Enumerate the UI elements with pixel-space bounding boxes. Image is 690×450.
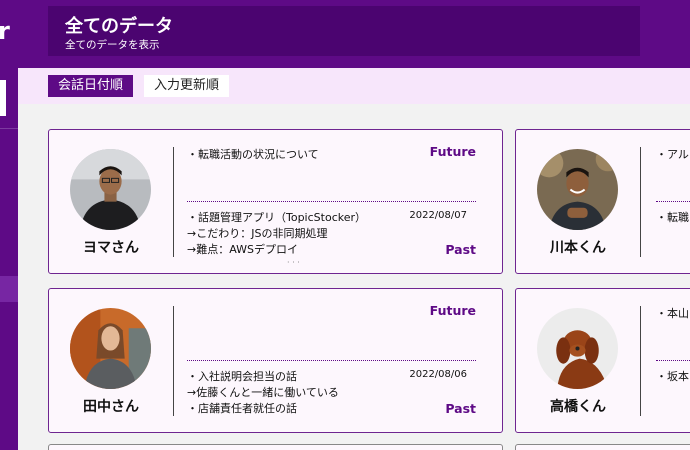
past-topic: →こだわり：JSの非同期処理: [187, 227, 328, 240]
person-card[interactable]: 川本くん ・アル ・転職: [515, 129, 690, 274]
card-divider: [173, 147, 174, 257]
future-topic: ・転職活動の状況について: [187, 148, 319, 161]
past-label[interactable]: Past: [445, 242, 476, 257]
past-topic: ・坂本: [656, 370, 689, 383]
past-topic: ・店舗責任者就任の話: [187, 402, 297, 415]
person-card[interactable]: 田中さん Future ・入社説明会担当の話 →佐藤くんと一緒に働いている ・店…: [48, 288, 503, 433]
past-topic: ・入社説明会担当の話: [187, 370, 297, 383]
future-topic: ・本山: [656, 307, 689, 320]
avatar: [537, 308, 618, 389]
person-card[interactable]: ヨマさん ・転職活動の状況について Future ・話題管理アプリ（TopicS…: [48, 129, 503, 274]
avatar: [70, 149, 151, 230]
sidebar: r: [0, 0, 18, 450]
person-card[interactable]: [515, 444, 690, 450]
sort-tabs: 会話日付順 入力更新順: [18, 68, 690, 104]
sidebar-button[interactable]: [0, 80, 6, 116]
person-card[interactable]: [48, 444, 503, 450]
dotted-separator: [187, 360, 476, 361]
past-topics: ・坂本: [656, 369, 689, 385]
person-name: 高橋くん: [550, 399, 606, 415]
past-date: 2022/08/07: [409, 210, 467, 221]
card-divider: [640, 147, 641, 257]
sidebar-item-active[interactable]: [0, 276, 18, 302]
person-name: 川本くん: [550, 240, 606, 256]
person-card[interactable]: 高橋くん ・本山 ・坂本: [515, 288, 690, 433]
future-topic: ・アル: [656, 148, 689, 161]
card-divider: [640, 306, 641, 416]
person-photo-icon: [70, 308, 151, 389]
past-topic: ・話題管理アプリ（TopicStocker）: [187, 211, 367, 224]
past-topic: →佐藤くんと一緒に働いている: [187, 386, 339, 399]
page-subtitle: 全てのデータを表示: [65, 39, 160, 51]
past-topics: ・話題管理アプリ（TopicStocker） →こだわり：JSの非同期処理 →難…: [187, 210, 366, 258]
card-divider: [173, 306, 174, 416]
person-name: 田中さん: [83, 399, 139, 415]
future-label[interactable]: Future: [430, 303, 476, 318]
more-indicator: · · ·: [287, 258, 300, 267]
future-label[interactable]: Future: [430, 144, 476, 159]
app-logo[interactable]: r: [0, 17, 10, 45]
page-header: 全てのデータ 全てのデータを表示: [18, 0, 690, 68]
past-topics: ・転職: [656, 210, 689, 226]
page-title: 全てのデータ: [65, 16, 173, 37]
dog-photo-icon: [537, 308, 618, 389]
tab-updated-order[interactable]: 入力更新順: [144, 75, 230, 97]
past-topics: ・入社説明会担当の話 →佐藤くんと一緒に働いている ・店舗責任者就任の話: [187, 369, 339, 417]
past-topic: →難点：AWSデプロイ: [187, 243, 298, 256]
dotted-separator: [187, 201, 476, 202]
past-date: 2022/08/06: [409, 369, 467, 380]
dotted-separator: [656, 360, 690, 361]
dotted-separator: [656, 201, 690, 202]
past-label[interactable]: Past: [445, 401, 476, 416]
person-photo-icon: [70, 149, 151, 230]
person-name: ヨマさん: [83, 240, 139, 256]
sidebar-divider: [0, 128, 18, 129]
person-photo-icon: [537, 149, 618, 230]
past-topic: ・転職: [656, 211, 689, 224]
avatar: [70, 308, 151, 389]
tab-conversation-date[interactable]: 会話日付順: [48, 75, 134, 97]
avatar: [537, 149, 618, 230]
header-panel: 全てのデータ 全てのデータを表示: [48, 6, 640, 56]
